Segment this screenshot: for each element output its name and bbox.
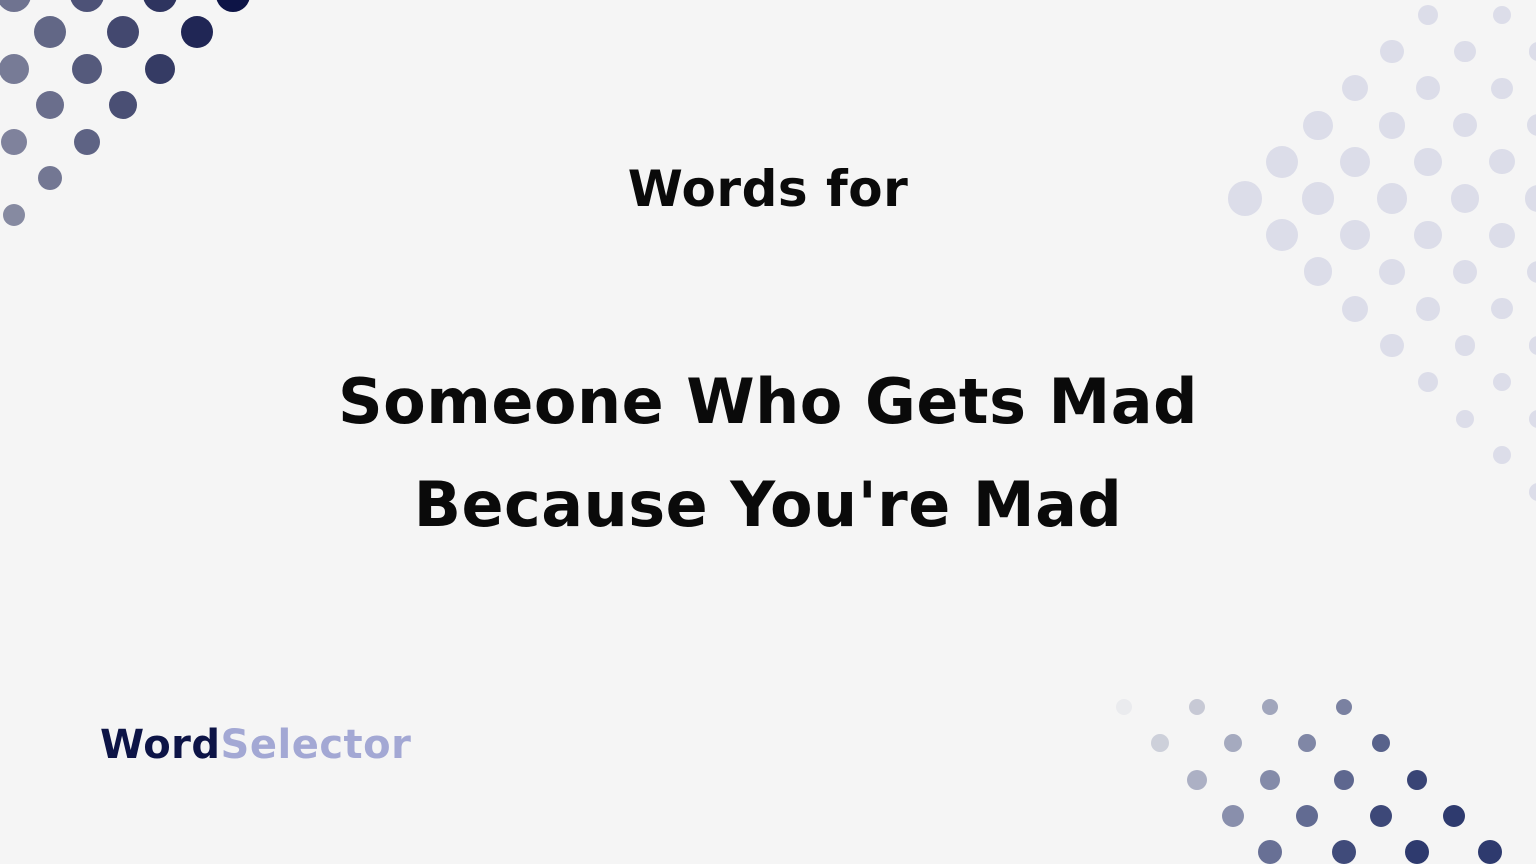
decorative-dot xyxy=(1378,258,1406,286)
page-title: Someone Who Gets Mad Because You're Mad xyxy=(0,350,1536,556)
decorative-dot xyxy=(1336,699,1352,715)
decorative-dot xyxy=(1,129,27,155)
decorative-dot xyxy=(1492,5,1512,25)
decorative-dot xyxy=(1334,770,1354,790)
decorative-dot xyxy=(1454,41,1476,63)
decorative-dot xyxy=(1298,734,1316,752)
decorative-dot xyxy=(1378,111,1406,139)
decorative-dot xyxy=(1260,770,1280,790)
title-line-1: Someone Who Gets Mad xyxy=(338,365,1198,438)
decorative-dot xyxy=(1416,76,1440,101)
decorative-dot xyxy=(1224,734,1242,752)
decorative-dot xyxy=(1258,840,1282,864)
decorative-dot xyxy=(1405,840,1429,864)
decorative-dot xyxy=(1222,805,1244,827)
decorative-dot xyxy=(1491,77,1513,100)
decorative-dot xyxy=(74,129,100,155)
decorative-dot xyxy=(1414,221,1442,249)
decorative-dot xyxy=(1303,110,1333,140)
decorative-dot xyxy=(0,0,31,12)
decorative-dot xyxy=(216,0,250,12)
decorative-dot xyxy=(1416,296,1440,321)
decorative-dot xyxy=(1296,805,1318,827)
decorative-dot xyxy=(36,91,64,119)
decorative-dot xyxy=(1340,220,1370,251)
decorative-dot xyxy=(1189,699,1205,715)
decorative-dot xyxy=(1452,259,1478,285)
decorative-dot xyxy=(1266,219,1298,252)
brand-logo: WordSelector xyxy=(100,722,411,768)
decorative-dot xyxy=(1303,257,1333,287)
decorative-dot xyxy=(1341,75,1369,102)
decorative-dot xyxy=(145,54,175,84)
decorative-dot xyxy=(143,0,177,12)
decorative-dot xyxy=(1526,260,1536,284)
decorative-dot xyxy=(1489,222,1515,248)
decorative-dot xyxy=(1116,699,1132,715)
decorative-dot xyxy=(1151,734,1169,752)
decorative-dot xyxy=(1478,840,1502,864)
decorative-dot xyxy=(72,54,102,84)
brand-logo-word: Word xyxy=(100,722,221,768)
decorative-dot xyxy=(109,91,137,119)
decorative-dot xyxy=(1380,40,1404,64)
decorative-dot xyxy=(1452,112,1478,138)
decorative-dot xyxy=(1187,770,1207,790)
decorative-dot xyxy=(181,16,213,48)
decorative-dot xyxy=(1372,734,1390,752)
decorative-dot xyxy=(1528,42,1536,62)
decorative-dot xyxy=(1443,805,1465,827)
decorative-dot xyxy=(1407,770,1427,790)
decorative-dot xyxy=(1341,295,1368,322)
subtitle: Words for xyxy=(627,160,909,218)
title-line-2: Because You're Mad xyxy=(413,468,1123,541)
decorative-dot xyxy=(34,16,66,48)
brand-logo-selector: Selector xyxy=(220,722,412,768)
decorative-dot xyxy=(1491,297,1513,320)
decorative-dot xyxy=(1262,699,1278,715)
decorative-dot xyxy=(1370,805,1392,827)
decorative-dot xyxy=(70,0,104,12)
decorative-dot xyxy=(0,54,29,84)
decorative-dot xyxy=(107,16,139,48)
decorative-dot xyxy=(1417,4,1439,26)
decorative-dot xyxy=(1332,840,1356,864)
decorative-dot xyxy=(1526,113,1536,137)
